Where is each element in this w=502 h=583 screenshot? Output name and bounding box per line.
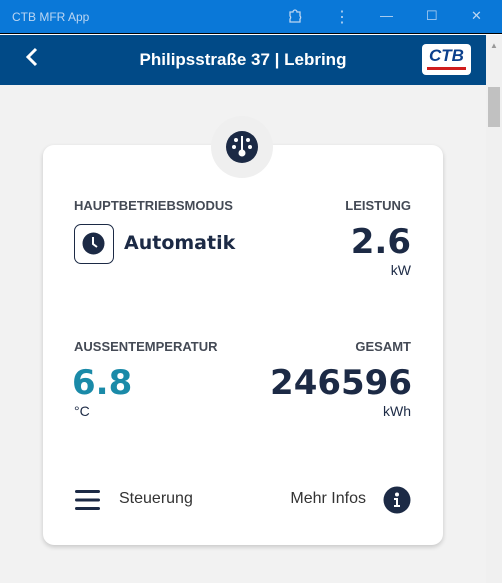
ctb-logo: CTB (422, 44, 471, 75)
more-info-link[interactable]: Mehr Infos (290, 490, 366, 508)
control-link[interactable]: Steuerung (119, 490, 193, 508)
mode-label: HAUPTBETRIEBSMODUS (74, 198, 233, 213)
app-header: Philipsstraße 37 | Lebring CTB (0, 35, 486, 85)
minimize-button[interactable]: — (380, 8, 393, 23)
window-title: CTB MFR App (12, 10, 90, 24)
window-titlebar: CTB MFR App ⋮ — ☐ ✕ (0, 0, 502, 34)
scroll-up-icon[interactable]: ▲ (490, 41, 498, 50)
extensions-icon[interactable] (287, 8, 303, 27)
total-unit: kWh (383, 403, 411, 419)
power-label: LEISTUNG (345, 198, 411, 213)
scrollbar[interactable]: ▲ (486, 35, 502, 583)
total-label: GESAMT (355, 339, 411, 354)
more-options-icon[interactable]: ⋮ (334, 7, 350, 27)
close-button[interactable]: ✕ (471, 8, 482, 24)
clock-icon (82, 232, 105, 255)
temperature-unit: °C (74, 403, 90, 419)
scrollbar-thumb[interactable] (488, 87, 500, 127)
maximize-button[interactable]: ☐ (426, 8, 438, 24)
menu-icon[interactable] (75, 489, 101, 516)
power-value: 2.6 (350, 222, 411, 262)
mode-button[interactable] (74, 224, 114, 264)
info-icon[interactable] (383, 486, 411, 519)
gauge-icon (226, 131, 258, 163)
total-value: 246596 (270, 363, 412, 403)
gauge-badge (211, 116, 273, 178)
temperature-value: 6.8 (72, 363, 133, 403)
mode-value: Automatik (124, 232, 236, 254)
power-unit: kW (390, 262, 411, 278)
temperature-label: AUSSENTEMPERATUR (74, 339, 218, 354)
page-title: Philipsstraße 37 | Lebring (139, 50, 347, 69)
